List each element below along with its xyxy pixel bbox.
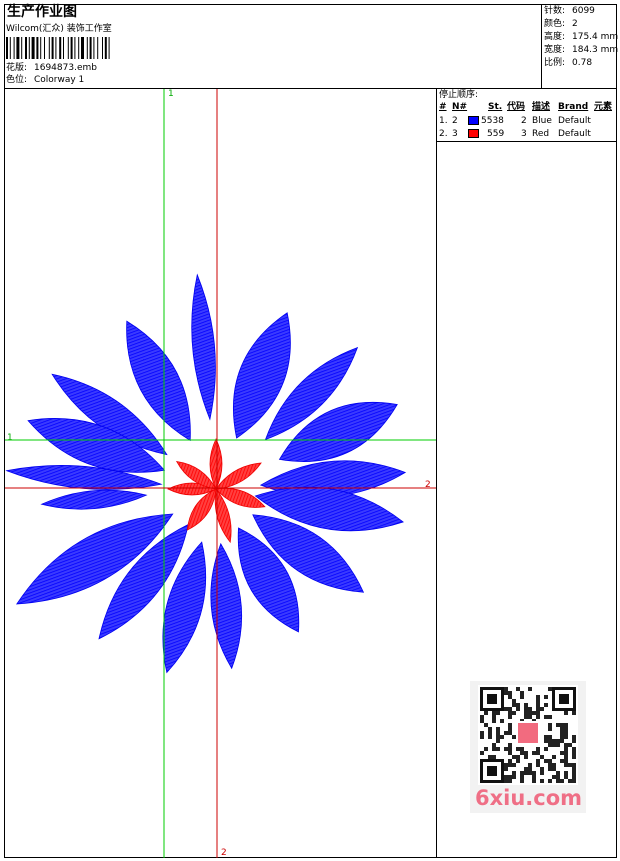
red-axis-label-right: 2: [425, 480, 431, 490]
watermark-text: 6xiu.com: [475, 786, 583, 810]
red-petals: [167, 438, 266, 544]
blue-petals: [5, 273, 407, 674]
green-axis-label-top: 1: [168, 89, 174, 99]
red-axis-label-bottom: 2: [221, 848, 227, 858]
green-axis-label-left: 1: [7, 433, 13, 443]
